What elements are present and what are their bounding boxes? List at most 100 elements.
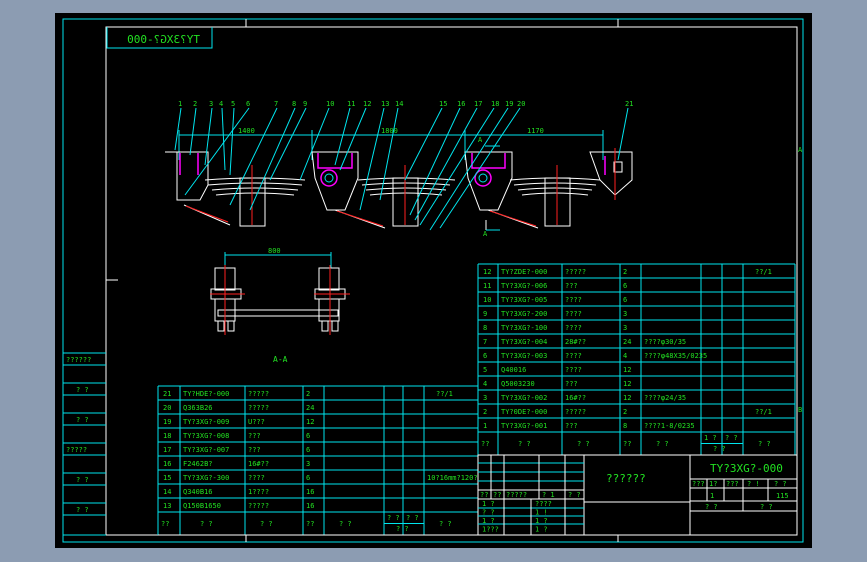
header-cell: ?? [623, 440, 631, 448]
stage-header: 1? [709, 480, 717, 488]
part-number-label: 1 [178, 100, 182, 108]
bom-cell: 14 [163, 488, 171, 496]
leader-line [339, 107, 367, 171]
equalizer-pivot [320, 169, 338, 187]
bom-cell: 2 [623, 268, 627, 276]
section-arrow-label: A [478, 136, 483, 144]
bom-cell: ????? [565, 408, 586, 416]
header-cell: ?? [481, 440, 489, 448]
bom-cell: 24 [306, 404, 314, 412]
bom-cell: 5 [483, 366, 487, 374]
bom-cell: ??/1 [755, 268, 772, 276]
bom-cell: 3 [623, 324, 627, 332]
bom-cell: ????1-8/0235 [644, 422, 695, 430]
margin-label: ? ? [76, 416, 89, 424]
bom-cell: 28#?? [565, 338, 586, 346]
bom-row[interactable]: 16 F2462B? 16#?? 3 [163, 460, 310, 468]
drawing-name: ?????? [606, 472, 646, 485]
bom-cell: TY?3XG?-006 [501, 282, 547, 290]
bom-cell: ????? [565, 268, 586, 276]
bom-cell: 3 [306, 460, 310, 468]
bom-row[interactable]: 2 TY?0DE?-000????? 2 ??/1 [483, 408, 772, 416]
bom-cell: U??? [248, 418, 265, 426]
header-cell: ? ? [396, 525, 409, 533]
bom-cell: 18 [163, 432, 171, 440]
signature-label: 1 ? [482, 500, 495, 508]
bom-cell: 16 [163, 460, 171, 468]
zone-letter: A [798, 146, 803, 154]
bom-cell: 13 [163, 502, 171, 510]
title-block: ?????? TY?3XG?-000 ??? 1????? !? ?1 115? ?… [477, 454, 798, 536]
bom-cell: 6 [623, 282, 627, 290]
header-cell: ? ? [439, 520, 452, 528]
bom-cell: 17 [163, 446, 171, 454]
bom-row[interactable]: 10 TY?3XG?-005???? 6 [483, 296, 627, 304]
bom-cell: 16#?? [565, 394, 586, 402]
part-number-label: 9 [303, 100, 307, 108]
dimension-text: 1800 [381, 127, 398, 135]
margin-label: ? ? [76, 476, 89, 484]
bom-row[interactable]: 9 TY?3XG?-200???? 3 [483, 310, 627, 318]
signature-label: ? ? [482, 509, 495, 517]
bom-cell: Q150B1650 [183, 502, 221, 510]
header-cell: ? ? [577, 440, 590, 448]
part-number-label: 16 [457, 100, 465, 108]
bom-row[interactable]: 7 TY?3XG?-004 28#?? 24 ????φ30/35 [483, 338, 686, 346]
bom-cell: 2 [623, 408, 627, 416]
bom-row[interactable]: 8 TY?3XG?-100???? 3 [483, 324, 627, 332]
scale-value: 115 [776, 492, 789, 500]
bom-row[interactable]: 13 Q150B1650????? 16 [163, 502, 314, 510]
dimension-text: 1170 [527, 127, 544, 135]
bom-row[interactable]: 17 TY?3XG?-007??? 6 [163, 446, 310, 454]
bom-cell: 6 [306, 432, 310, 440]
bom-cell: ????φ48X35/0235 [644, 352, 707, 360]
bom-cell: 3 [623, 310, 627, 318]
bom-cell: 10?16mm?120? [427, 474, 478, 482]
sheet-label: ? ? [760, 503, 773, 511]
bom-row[interactable]: 19 TY?3XG?-009 U??? 12 [163, 418, 314, 426]
left-margin-table: ?????? ? ? ? ?????? ? ? ? ? [63, 279, 118, 536]
cad-drawing-canvas[interactable]: A B TY?3XG?-000 1400 1800 1170 A A 1 2 3… [55, 13, 812, 548]
bom-cell: TY?3XG?-003 [501, 352, 547, 360]
bom-cell: TY?HDE?-000 [183, 390, 229, 398]
bom-cell: ????φ24/35 [644, 394, 686, 402]
bom-cell: 2 [483, 408, 487, 416]
signature-label: 1 ? [535, 517, 548, 525]
bom-row[interactable]: 6 TY?3XG?-003???? 4 ????φ48X35/0235 [483, 352, 707, 360]
bom-cell: TY?3XG?-008 [183, 432, 229, 440]
header-cell: ? ? [713, 445, 726, 453]
bom-row[interactable]: 1 TY?3XG?-001??? 8 ????1-8/0235 [483, 422, 695, 430]
header-cell: ?? [161, 520, 169, 528]
bom-row[interactable]: 4 Q5003230??? 12 [483, 380, 631, 388]
part-number-label: 11 [347, 100, 355, 108]
header-cell: ? ? [260, 520, 273, 528]
bom-row[interactable]: 18 TY?3XG?-008??? 6 [163, 432, 310, 440]
bom-cell: TY?3XG?-300 [183, 474, 229, 482]
bom-row[interactable]: 3 TY?3XG?-002 16#?? 12 ????φ24/35 [483, 394, 686, 402]
bom-row[interactable]: 14 Q340B16 1???? 16 [163, 488, 314, 496]
bom-cell: ????? [248, 404, 269, 412]
bom-row[interactable]: 12 TY?ZDE?-000????? 2 ??/1 [483, 268, 772, 276]
bom-row[interactable]: 5 Q40016???? 12 [483, 366, 631, 374]
revision-header: ?? [493, 491, 501, 499]
leader-line [189, 107, 197, 156]
bom-row[interactable]: 21 TY?HDE?-000????? 2 ??/1 [163, 390, 453, 398]
bom-cell: 6 [483, 352, 487, 360]
part-number-label: 21 [625, 100, 633, 108]
margin-label: ?????? [66, 356, 91, 364]
part-number-label: 10 [326, 100, 334, 108]
bom-cell: 24 [623, 338, 631, 346]
rear-hanger [589, 151, 633, 196]
signature-label: 1 ! [535, 509, 548, 517]
bom-cell: 8 [483, 324, 487, 332]
bom-row[interactable]: 15 TY?3XG?-300???? 6 10?16mm?120? [163, 474, 478, 482]
section-view-a-a: 800 A-A [210, 247, 350, 364]
bom-cell: TY?3XG?-100 [501, 324, 547, 332]
bom-row[interactable]: 20 Q363B26????? 24 [163, 404, 314, 412]
bom-cell: TY?3XG?-009 [183, 418, 229, 426]
bom-row[interactable]: 11 TY?3XG?-006??? 6 [483, 282, 627, 290]
bom-cell: Q363B26 [183, 404, 213, 412]
dimension-text: 800 [268, 247, 281, 255]
bom-cell: ??? [248, 432, 261, 440]
signature-label: ???? [535, 500, 552, 508]
